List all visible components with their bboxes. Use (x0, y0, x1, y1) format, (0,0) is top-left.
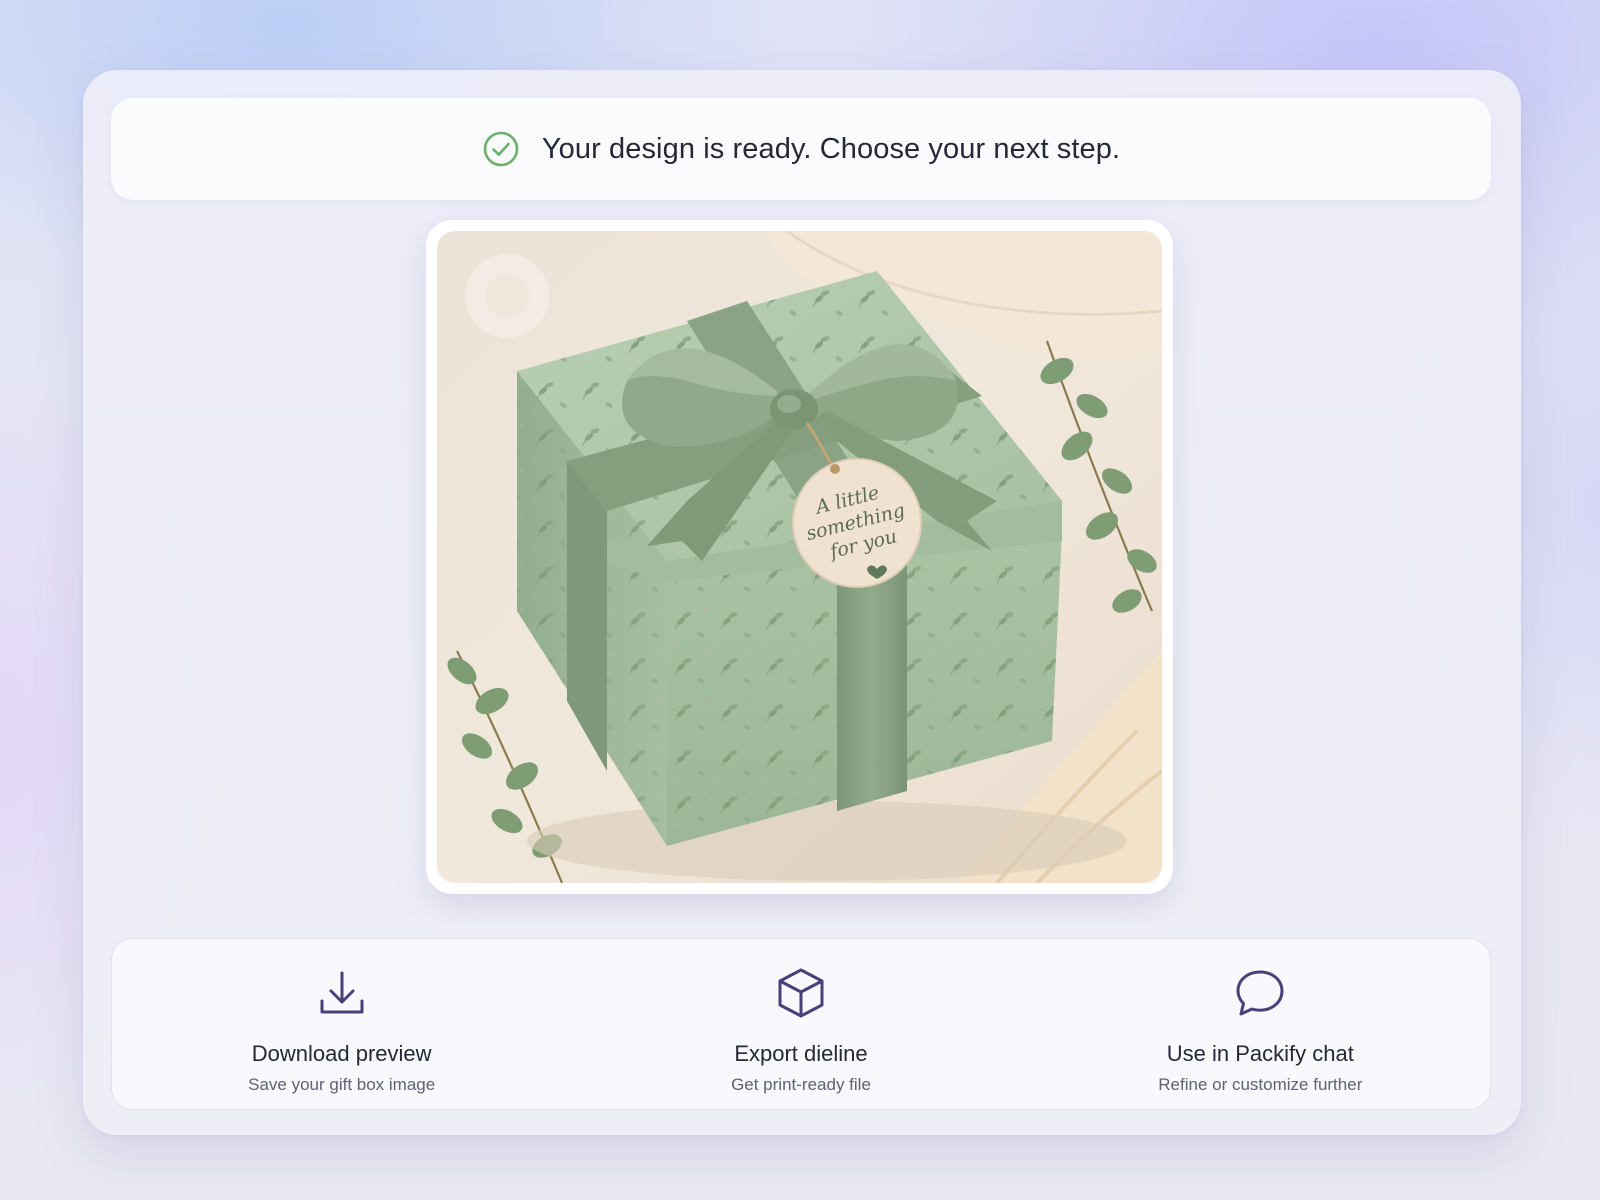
download-preview-button[interactable]: Download preview Save your gift box imag… (112, 939, 571, 1109)
use-in-chat-title: Use in Packify chat (1166, 1041, 1354, 1066)
next-step-actions: Download preview Save your gift box imag… (111, 938, 1491, 1110)
export-dieline-title: Export dieline (734, 1041, 868, 1066)
use-in-chat-button[interactable]: Use in Packify chat Refine or customize … (1031, 939, 1490, 1109)
download-icon (320, 971, 364, 1014)
chat-bubble-icon (1236, 970, 1284, 1016)
gift-box-illustration: A little something for you (437, 231, 1162, 883)
use-in-chat-subtitle: Refine or customize further (1158, 1075, 1363, 1094)
export-dieline-button[interactable]: Export dieline Get print-ready file (571, 939, 1030, 1109)
status-banner: Your design is ready. Choose your next s… (111, 98, 1491, 200)
preview-image-frame: A little something for you (426, 220, 1173, 894)
gift-box-preview-image: A little something for you (437, 231, 1162, 883)
status-message: Your design is ready. Choose your next s… (541, 132, 1121, 165)
box-3d-icon (778, 968, 824, 1018)
export-dieline-subtitle: Get print-ready file (731, 1075, 871, 1094)
result-panel: Your design is ready. Choose your next s… (83, 70, 1521, 1135)
check-circle-icon (483, 131, 519, 167)
gift-tag: A little something for you (792, 458, 922, 588)
download-preview-subtitle: Save your gift box image (248, 1075, 436, 1094)
download-preview-title: Download preview (251, 1041, 432, 1066)
